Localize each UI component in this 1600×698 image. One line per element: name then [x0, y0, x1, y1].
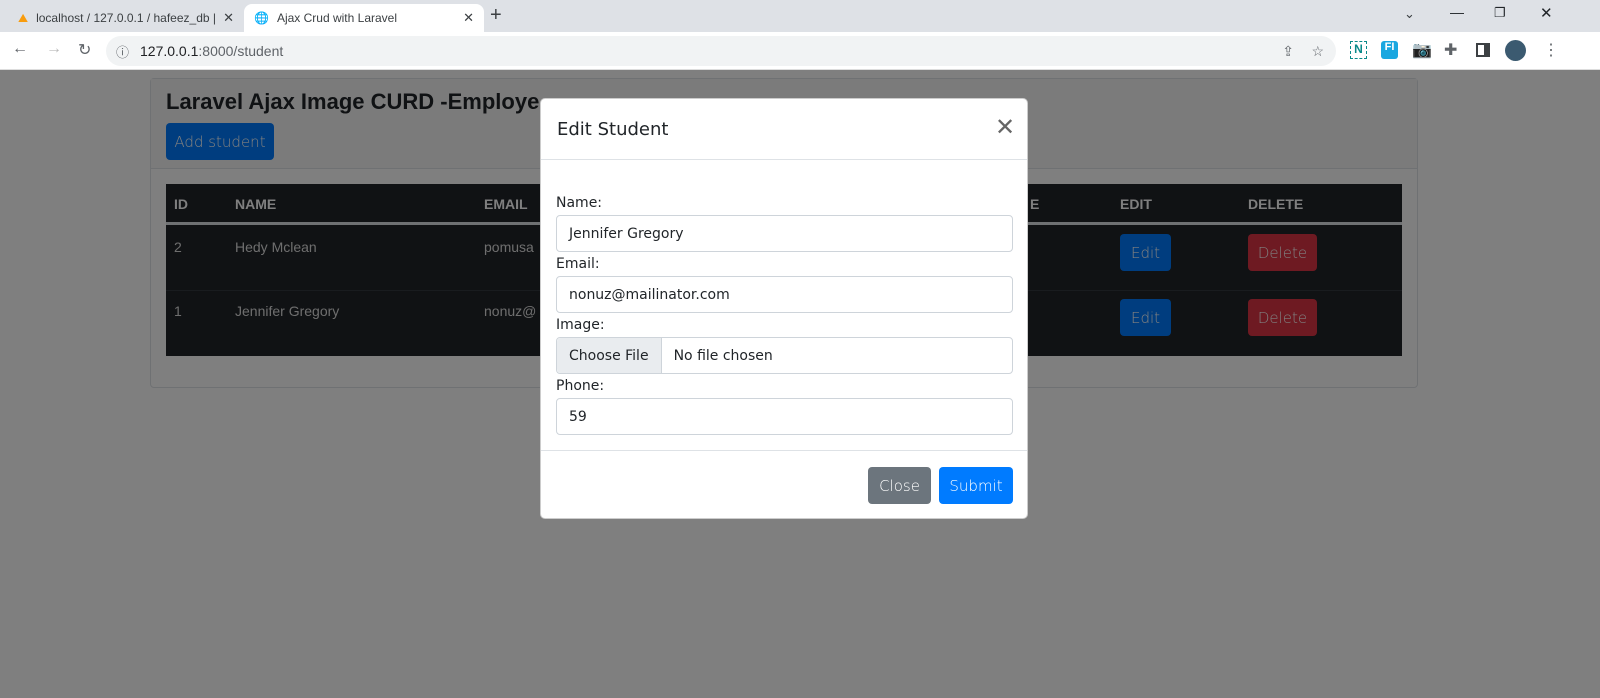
phone-input[interactable]: 59: [556, 398, 1013, 435]
tab-ajax-crud[interactable]: 🌐 Ajax Crud with Laravel ✕: [244, 4, 484, 32]
extension-fi-icon[interactable]: FI: [1381, 41, 1398, 59]
submit-button[interactable]: Submit: [939, 467, 1013, 504]
name-input[interactable]: Jennifer Gregory: [556, 215, 1013, 252]
tab-search-icon[interactable]: ⌄: [1404, 6, 1415, 22]
restore-icon[interactable]: ❐: [1494, 5, 1506, 21]
bookmark-star-icon[interactable]: ☆: [1311, 43, 1324, 60]
tab-title: localhost / 127.0.0.1 / hafeez_db |: [36, 11, 217, 25]
extensions-puzzle-icon[interactable]: ✚: [1444, 40, 1457, 60]
address-bar[interactable]: ⓘ 127.0.0.1:8000/student ⇪ ☆: [106, 36, 1336, 66]
side-panel-icon[interactable]: [1476, 43, 1490, 57]
info-icon: ⓘ: [116, 44, 130, 60]
menu-icon[interactable]: ⋮: [1543, 40, 1559, 60]
tab-bar: ⛰ localhost / 127.0.0.1 / hafeez_db | ✕ …: [0, 0, 1600, 32]
back-icon[interactable]: ←: [12, 40, 28, 58]
name-label: Name:: [556, 195, 603, 211]
new-tab-icon[interactable]: +: [490, 4, 502, 27]
url-host: 127.0.0.1: [140, 43, 199, 59]
tab-phpmyadmin[interactable]: ⛰ localhost / 127.0.0.1 / hafeez_db | ✕: [8, 4, 244, 32]
share-icon[interactable]: ⇪: [1282, 43, 1294, 60]
tab-title: Ajax Crud with Laravel: [276, 11, 398, 25]
modal-header: Edit Student ✕: [541, 99, 1027, 160]
forward-icon[interactable]: →: [46, 40, 62, 58]
email-label: Email:: [556, 256, 600, 272]
choose-file-button[interactable]: Choose File: [557, 338, 662, 373]
image-label: Image:: [556, 317, 605, 333]
edit-student-modal: Edit Student ✕ Name: Jennifer Gregory Em…: [540, 98, 1028, 519]
minimize-icon[interactable]: —: [1450, 4, 1464, 20]
close-tab-icon[interactable]: ✕: [223, 10, 234, 26]
modal-title: Edit Student: [557, 119, 669, 140]
reload-icon[interactable]: ↻: [78, 40, 91, 60]
file-status: No file chosen: [673, 347, 773, 364]
close-icon[interactable]: ✕: [995, 113, 1015, 141]
phpmyadmin-icon: ⛰: [18, 10, 29, 25]
close-window-icon[interactable]: ✕: [1540, 4, 1553, 22]
close-button[interactable]: Close: [868, 467, 931, 504]
profile-avatar[interactable]: [1505, 40, 1526, 61]
phone-label: Phone:: [556, 378, 605, 394]
email-input[interactable]: nonuz@mailinator.com: [556, 276, 1013, 313]
image-file-input[interactable]: Choose File No file chosen: [556, 337, 1013, 374]
globe-icon: 🌐: [254, 11, 269, 25]
camera-icon[interactable]: 📷: [1412, 40, 1432, 60]
modal-footer-divider: [541, 450, 1027, 451]
url-path: :8000/student: [198, 43, 284, 59]
close-tab-icon[interactable]: ✕: [463, 10, 474, 26]
extension-n-icon[interactable]: N: [1350, 41, 1367, 59]
